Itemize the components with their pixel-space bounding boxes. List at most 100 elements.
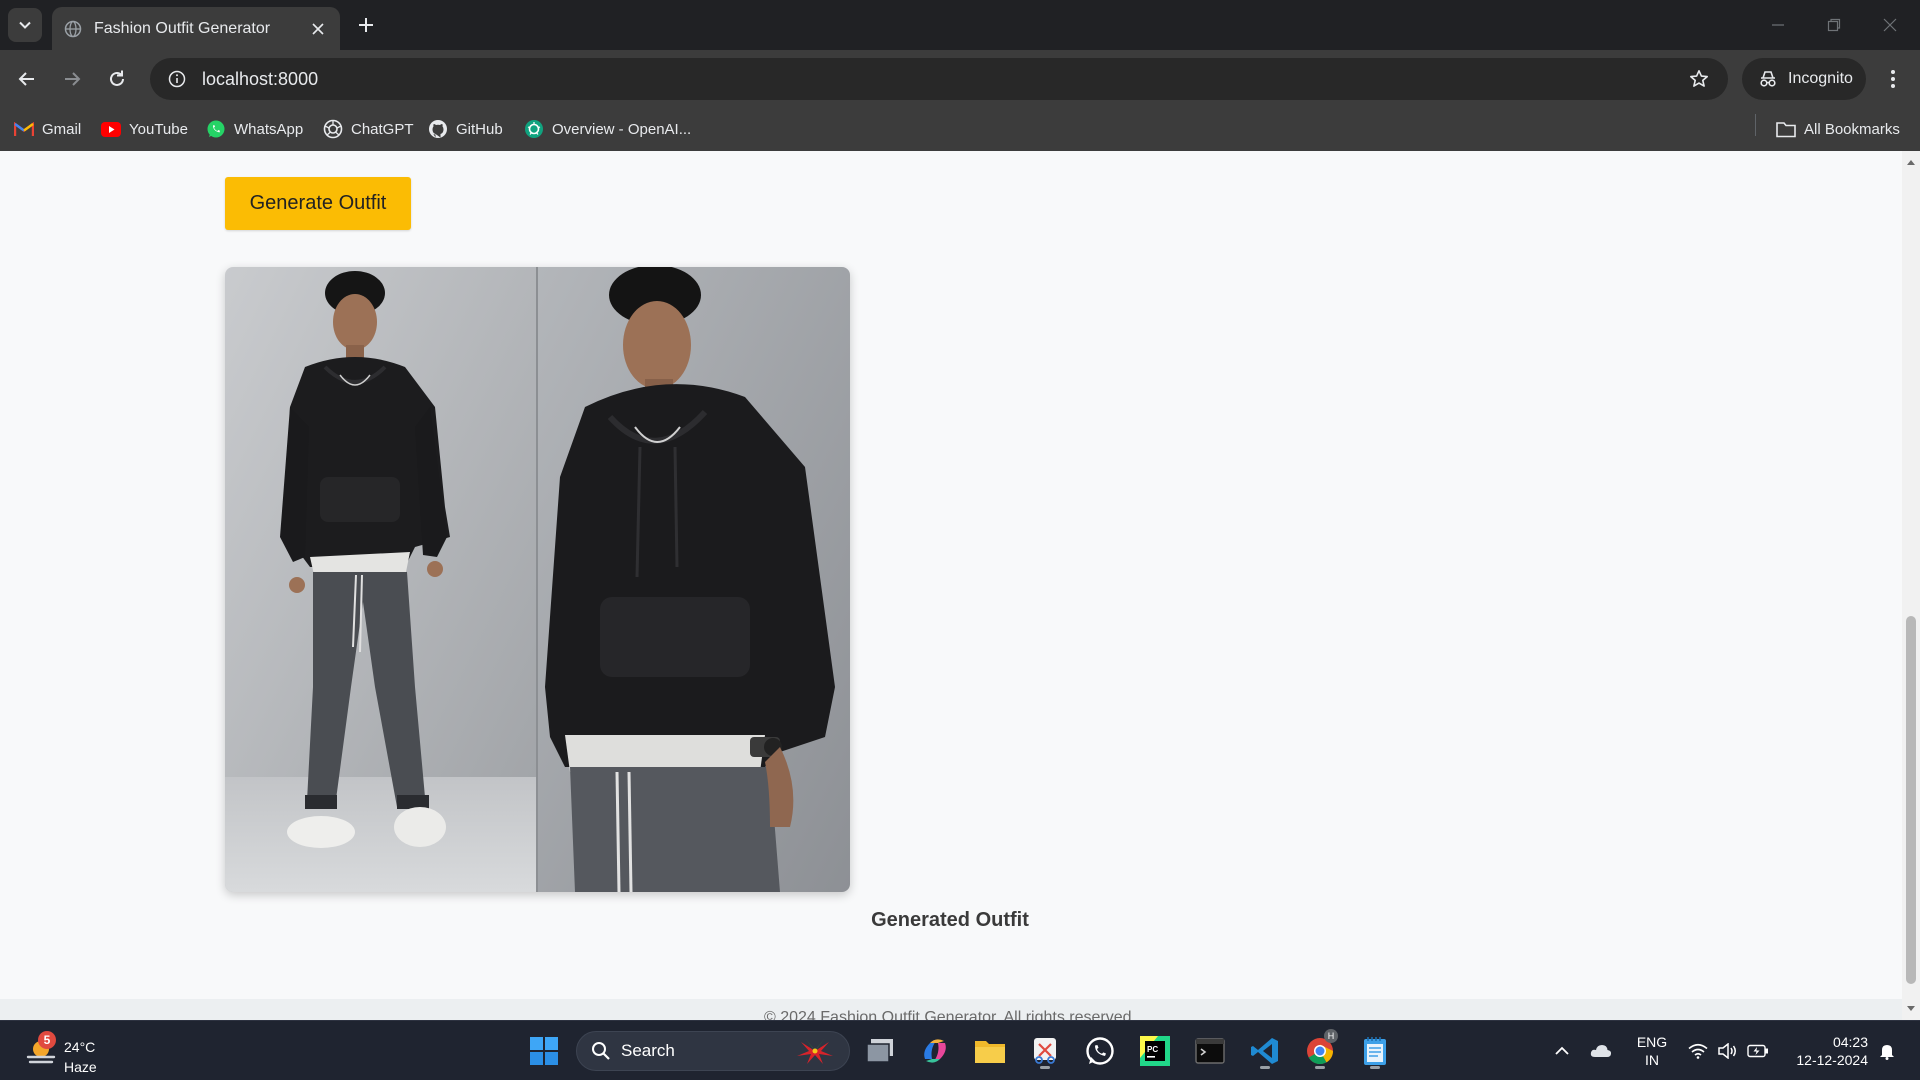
volume-tray[interactable] (1714, 1031, 1742, 1071)
page-scrollbar[interactable] (1902, 151, 1920, 1020)
reload-button[interactable] (100, 62, 134, 96)
clock-time: 04:23 (1832, 1034, 1868, 1050)
close-window-button[interactable] (1870, 10, 1910, 40)
bookmark-openai-overview[interactable]: Overview - OpenAI... (524, 117, 691, 141)
site-info-icon[interactable] (156, 58, 198, 100)
pycharm-icon: PC (1140, 1036, 1170, 1066)
restore-button[interactable] (1814, 10, 1854, 40)
search-icon (592, 1042, 610, 1060)
chrome-profile-badge: H (1324, 1029, 1338, 1043)
youtube-icon (101, 121, 121, 137)
system-clock[interactable]: 04:23 12-12-2024 (1778, 1033, 1868, 1069)
pycharm-app[interactable]: PC (1135, 1031, 1175, 1071)
taskbar-search-box[interactable]: Search (576, 1031, 850, 1071)
incognito-indicator[interactable]: Incognito (1742, 58, 1866, 100)
arrow-right-icon (65, 72, 81, 86)
copilot-app[interactable] (915, 1031, 955, 1071)
arrow-left-icon (18, 72, 34, 86)
bookmark-star-icon[interactable] (1678, 58, 1720, 100)
wifi-icon (1688, 1043, 1708, 1059)
browser-menu-button[interactable] (1876, 62, 1910, 96)
outfit-photo-illustration (225, 267, 850, 892)
new-tab-button[interactable] (352, 11, 380, 39)
file-explorer-app[interactable] (970, 1031, 1010, 1071)
snipping-tool-app[interactable] (1025, 1031, 1065, 1071)
weather-widget[interactable]: 5 24°C Haze (20, 1029, 110, 1075)
chevron-down-icon (19, 21, 31, 29)
windows-taskbar: 5 24°C Haze Search PC H ENG IN 04:23 12-… (0, 1020, 1920, 1080)
incognito-icon (1760, 71, 1776, 87)
snipping-tool-icon (1034, 1038, 1056, 1064)
running-indicator (1370, 1066, 1380, 1069)
poinsettia-icon (797, 1038, 833, 1064)
more-vert-icon (1891, 70, 1895, 88)
language-indicator[interactable]: ENG IN (1632, 1033, 1672, 1069)
generate-outfit-button[interactable]: Generate Outfit (225, 177, 411, 230)
bookmark-whatsapp[interactable]: WhatsApp (206, 117, 303, 141)
show-hidden-icons-button[interactable] (1548, 1031, 1576, 1071)
bookmark-github[interactable]: GitHub (428, 117, 503, 141)
bookmark-chatgpt[interactable]: ChatGPT (323, 117, 414, 141)
bookmark-label: Overview - OpenAI... (552, 120, 692, 138)
region-code: IN (1645, 1052, 1659, 1068)
scrollbar-thumb[interactable] (1906, 616, 1916, 984)
svg-text:PC: PC (1147, 1045, 1158, 1054)
scroll-down-arrow[interactable] (1902, 1000, 1920, 1018)
windows-start-button[interactable] (524, 1031, 564, 1071)
forward-button[interactable] (55, 62, 89, 96)
bell-icon (1880, 1045, 1894, 1060)
terminal-app[interactable] (1190, 1031, 1230, 1071)
browser-tab[interactable]: Fashion Outfit Generator (52, 7, 340, 50)
footer-text: © 2024 Fashion Outfit Generator. All rig… (764, 1009, 1136, 1020)
tab-title: Fashion Outfit Generator (94, 19, 271, 37)
vscode-app[interactable] (1245, 1031, 1285, 1071)
notifications-button[interactable] (1872, 1031, 1902, 1071)
bookmark-label: YouTube (129, 120, 188, 138)
weather-temp: 24°C (64, 1039, 96, 1055)
bookmark-gmail[interactable]: Gmail (14, 117, 81, 141)
notepad-icon (1364, 1037, 1386, 1065)
address-bar[interactable]: localhost:8000 (150, 58, 1728, 100)
generated-outfit-image (225, 267, 850, 892)
url-text[interactable]: localhost:8000 (202, 69, 1678, 90)
restore-icon (1827, 18, 1841, 32)
image-caption: Generated Outfit (871, 909, 1029, 931)
tab-strip: Fashion Outfit Generator (0, 0, 1920, 50)
battery-charging-icon (1747, 1044, 1768, 1058)
speaker-icon (1718, 1043, 1736, 1059)
minimize-button[interactable] (1758, 10, 1798, 40)
notepad-app[interactable] (1355, 1031, 1395, 1071)
tab-search-button[interactable] (8, 8, 42, 42)
cloud-icon (1590, 1045, 1612, 1057)
running-indicator (1040, 1066, 1050, 1069)
battery-tray[interactable] (1744, 1031, 1772, 1071)
chatgpt-icon (323, 119, 343, 139)
whatsapp-icon (207, 120, 225, 138)
bookmarks-bar: Gmail YouTube WhatsApp ChatGPT GitHub Ov… (0, 107, 1920, 151)
chevron-up-icon (1555, 1046, 1569, 1055)
onedrive-tray[interactable] (1586, 1031, 1616, 1071)
github-icon (429, 120, 447, 138)
windows-logo-icon (530, 1037, 558, 1065)
running-indicator (1260, 1066, 1270, 1069)
clock-date: 12-12-2024 (1796, 1052, 1868, 1068)
wifi-tray[interactable] (1684, 1031, 1712, 1071)
copilot-icon (924, 1039, 946, 1063)
bookmark-youtube[interactable]: YouTube (101, 117, 188, 141)
task-view-button[interactable] (860, 1031, 900, 1071)
whatsapp-app[interactable] (1080, 1031, 1120, 1071)
scroll-up-arrow[interactable] (1902, 153, 1920, 171)
browser-toolbar: localhost:8000 Incognito (0, 50, 1920, 107)
page-footer: © 2024 Fashion Outfit Generator. All rig… (0, 999, 1902, 1020)
vscode-icon (1251, 1038, 1278, 1064)
bookmark-label: Gmail (42, 120, 82, 138)
chrome-app[interactable]: H (1300, 1029, 1340, 1071)
gmail-icon (14, 121, 34, 136)
all-bookmarks-label: All Bookmarks (1804, 120, 1900, 138)
task-view-icon (866, 1039, 893, 1063)
back-button[interactable] (10, 62, 44, 96)
globe-icon (64, 20, 82, 37)
all-bookmarks-button[interactable]: All Bookmarks (1776, 117, 1900, 141)
tab-close-icon[interactable] (308, 19, 328, 39)
language-code: ENG (1636, 1034, 1668, 1050)
